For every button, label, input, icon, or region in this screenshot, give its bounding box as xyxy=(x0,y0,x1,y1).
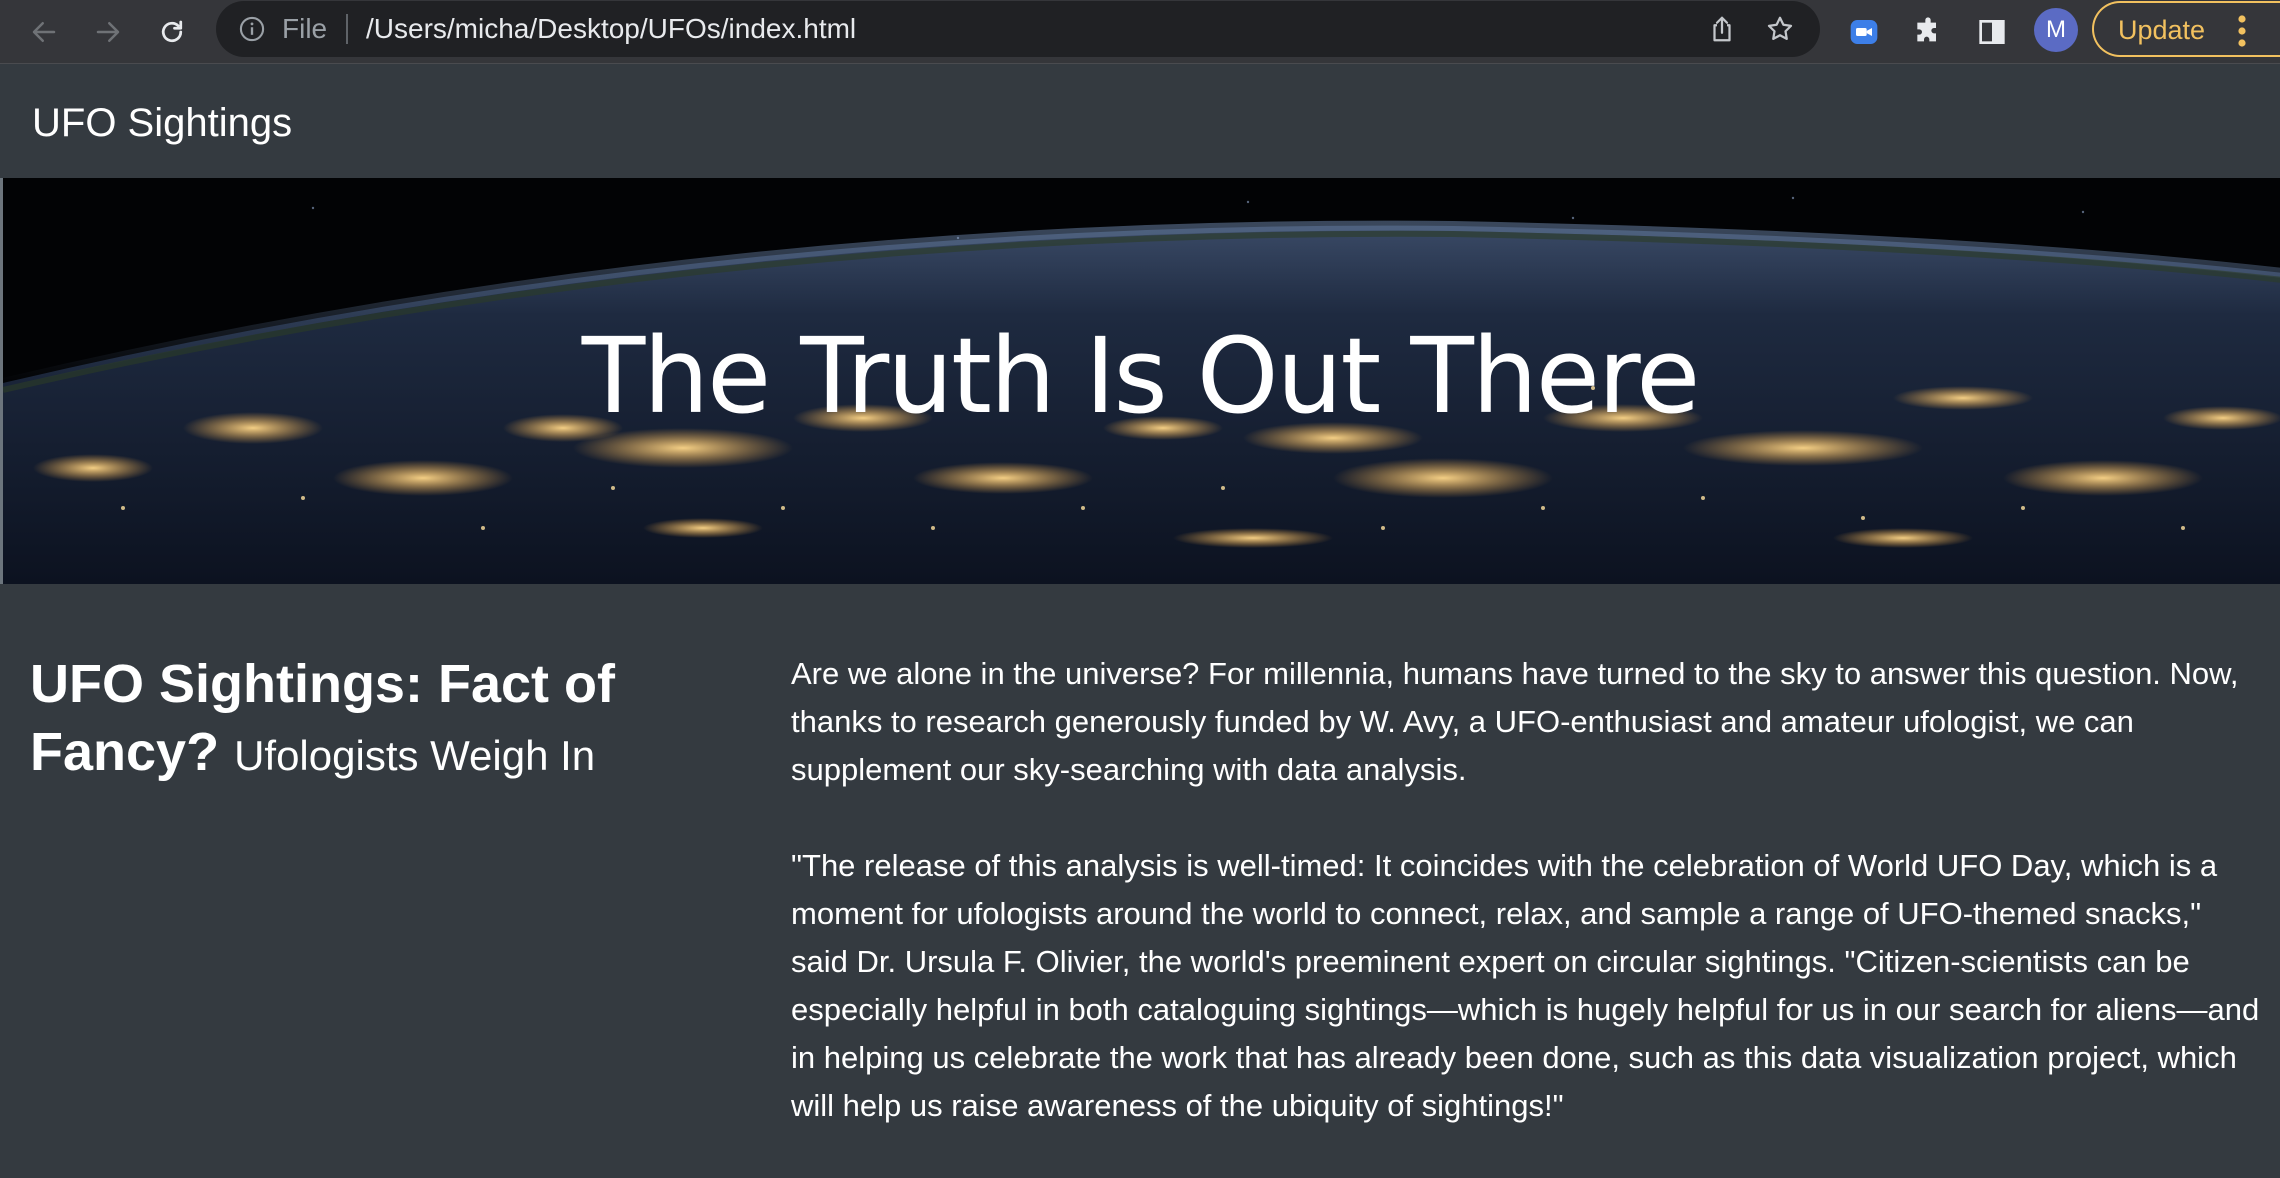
bookmark-button[interactable] xyxy=(1760,9,1800,49)
article-heading-sub: Ufologists Weigh In xyxy=(234,732,596,779)
article-body: Are we alone in the universe? For millen… xyxy=(791,650,2261,1178)
share-icon xyxy=(1713,16,1731,42)
article-paragraph: "The release of this analysis is well-ti… xyxy=(791,848,2260,1123)
navbar-brand[interactable]: UFO Sightings xyxy=(32,99,292,147)
omnibox-divider xyxy=(346,14,348,44)
more-vertical-icon[interactable] xyxy=(2232,13,2252,49)
site-navbar: UFO Sightings xyxy=(0,65,2280,177)
hero-title-text: The Truth Is Out There xyxy=(581,315,1701,437)
side-panel-icon xyxy=(1979,20,2005,44)
arrow-right-icon xyxy=(96,22,120,42)
update-label: Update xyxy=(2118,15,2206,45)
reload-button[interactable] xyxy=(150,10,194,54)
side-panel-button[interactable] xyxy=(1970,10,2014,54)
video-camera-icon xyxy=(1850,20,1878,44)
scheme-label: File xyxy=(282,13,328,44)
star-icon xyxy=(1767,16,1793,40)
address-bar[interactable]: File /Users/micha/Desktop/UFOs/index.htm… xyxy=(216,1,1820,57)
info-icon[interactable] xyxy=(238,15,266,43)
main-content: UFO Sightings: Fact of Fancy? Ufologists… xyxy=(0,584,2280,1178)
extensions-button[interactable] xyxy=(1906,10,1950,54)
hero-jumbotron: The Truth Is Out There xyxy=(0,178,2280,584)
article-heading: UFO Sightings: Fact of Fancy? Ufologists… xyxy=(30,650,730,790)
forward-button[interactable] xyxy=(86,10,130,54)
article-paragraph: Are we alone in the universe? For millen… xyxy=(791,656,2239,787)
meet-extension-button[interactable] xyxy=(1842,10,1886,54)
hero-title: The Truth Is Out There xyxy=(3,316,2280,436)
arrow-left-icon xyxy=(32,22,56,42)
profile-avatar[interactable]: M xyxy=(2034,8,2078,52)
back-button[interactable] xyxy=(22,10,66,54)
puzzle-icon xyxy=(1917,17,1936,42)
url-text[interactable]: /Users/micha/Desktop/UFOs/index.html xyxy=(366,13,856,45)
update-button[interactable]: Update xyxy=(2092,1,2280,57)
share-button[interactable] xyxy=(1702,9,1742,49)
browser-toolbar: File /Users/micha/Desktop/UFOs/index.htm… xyxy=(0,0,2280,64)
reload-icon xyxy=(161,20,183,43)
